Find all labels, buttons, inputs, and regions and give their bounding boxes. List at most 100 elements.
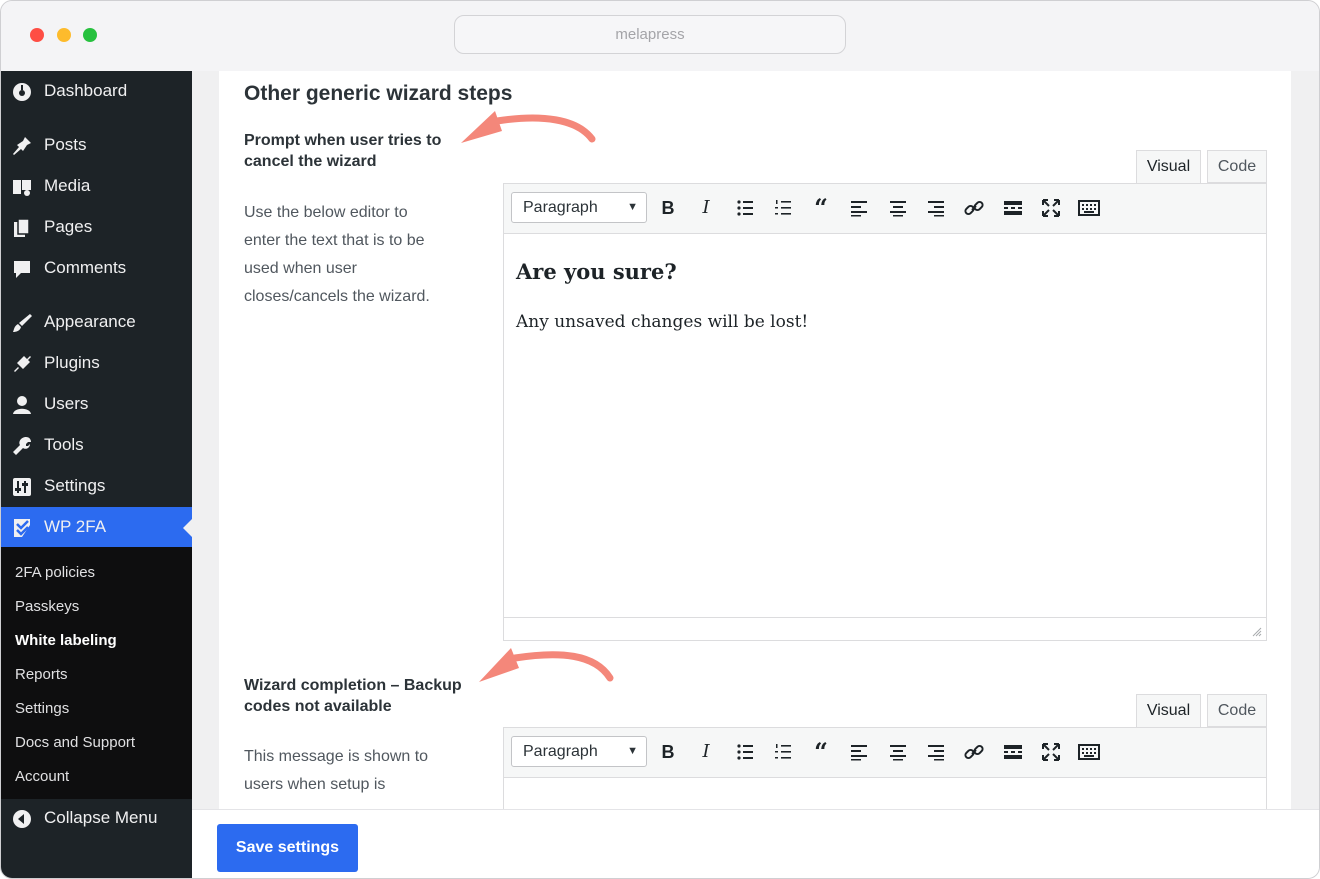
fullscreen-icon[interactable] [1039, 740, 1063, 764]
sidebar-item-label: Settings [44, 476, 106, 495]
format-select[interactable]: Paragraph ▼ [511, 736, 647, 767]
sidebar-item-tools[interactable]: Tools [1, 425, 192, 466]
submenu-item-passkeys[interactable]: Passkeys [15, 598, 79, 615]
settings-content: Other generic wizard steps Prompt when u… [219, 71, 1291, 809]
minimize-window-button[interactable] [57, 28, 71, 42]
link-icon[interactable] [962, 196, 986, 220]
browser-window: melapress Dashboard Posts Media Pages Co… [0, 0, 1320, 879]
tab-visual[interactable]: Visual [1136, 694, 1201, 728]
format-select[interactable]: Paragraph ▼ [511, 192, 647, 223]
rich-text-editor[interactable]: Paragraph ▼ B I “ Are you sure? Any unsa… [503, 183, 1267, 641]
italic-button[interactable]: I [694, 196, 718, 220]
field-label-line: Wizard completion – Backup [244, 677, 462, 694]
zoom-window-button[interactable] [83, 28, 97, 42]
bold-button[interactable]: B [656, 196, 680, 220]
sidebar-item-settings[interactable]: Settings [1, 466, 192, 507]
resize-handle-icon[interactable] [1252, 627, 1262, 637]
field-description: Use the below editor to enter the text t… [244, 199, 459, 311]
bullet-list-icon[interactable] [733, 740, 757, 764]
settings-icon [13, 478, 31, 496]
fullscreen-icon[interactable] [1039, 196, 1063, 220]
sidebar-item-label: Pages [44, 217, 93, 236]
sidebar-item-pages[interactable]: Pages [1, 207, 192, 248]
sidebar-item-label: Users [44, 394, 89, 413]
sidebar-item-dashboard[interactable]: Dashboard [1, 71, 192, 112]
address-bar[interactable]: melapress [454, 15, 846, 54]
editor-toolbar: Paragraph ▼ B I “ [504, 728, 1266, 778]
align-right-icon[interactable] [924, 740, 948, 764]
title-bar: melapress [1, 1, 1319, 71]
submenu-item-docs-and-support[interactable]: Docs and Support [15, 734, 135, 751]
italic-button[interactable]: I [694, 740, 718, 764]
bullet-list-icon[interactable] [733, 196, 757, 220]
submenu-item-2fa-policies[interactable]: 2FA policies [15, 564, 95, 581]
dashboard-icon [13, 83, 31, 101]
description-line: Use the below editor to [244, 204, 408, 221]
pages-icon [14, 218, 30, 237]
bold-button[interactable]: B [656, 740, 680, 764]
read-more-icon[interactable] [1001, 196, 1025, 220]
submenu-item-white-labeling[interactable]: White labeling [15, 632, 117, 649]
wp2fa-icon [14, 519, 30, 537]
align-left-icon[interactable] [847, 196, 871, 220]
plug-icon [14, 356, 31, 372]
chevron-down-icon: ▼ [627, 201, 638, 213]
content-paragraph: Any unsaved changes will be lost! [516, 312, 809, 332]
sidebar-item-posts[interactable]: Posts [1, 125, 192, 166]
numbered-list-icon[interactable] [771, 196, 795, 220]
sidebar-item-label: Plugins [44, 353, 100, 372]
media-icon [13, 180, 31, 196]
read-more-icon[interactable] [1001, 740, 1025, 764]
rich-text-editor[interactable]: Paragraph ▼ B I “ [503, 727, 1267, 809]
sidebar-item-label: Posts [44, 135, 87, 154]
description-line: closes/cancels the wizard. [244, 288, 430, 305]
user-icon [13, 396, 31, 414]
collapse-menu-label: Collapse Menu [44, 808, 158, 827]
settings-footer: Save settings [192, 809, 1319, 878]
submenu-item-reports[interactable]: Reports [15, 666, 68, 683]
section-title: Other generic wizard steps [244, 82, 513, 105]
editor-content[interactable]: Are you sure? Any unsaved changes will b… [516, 259, 808, 332]
field-label-cancel-prompt: Prompt when user tries to cancel the wiz… [244, 130, 441, 172]
submenu-item-settings[interactable]: Settings [15, 700, 69, 717]
link-icon[interactable] [962, 740, 986, 764]
format-select-value: Paragraph [523, 743, 598, 760]
align-center-icon[interactable] [886, 196, 910, 220]
description-line: This message is shown to [244, 748, 429, 765]
sidebar-item-plugins[interactable]: Plugins [1, 343, 192, 384]
align-right-icon[interactable] [924, 196, 948, 220]
close-window-button[interactable] [30, 28, 44, 42]
admin-sidebar: Dashboard Posts Media Pages Comments App… [1, 71, 192, 878]
tab-code[interactable]: Code [1207, 150, 1267, 183]
blockquote-icon[interactable]: “ [809, 740, 833, 764]
annotation-arrow [479, 648, 614, 682]
pin-icon [13, 137, 31, 155]
tab-visual[interactable]: Visual [1136, 150, 1201, 184]
tab-code[interactable]: Code [1207, 694, 1267, 727]
collapse-menu-button[interactable]: Collapse Menu [1, 798, 192, 839]
align-left-icon[interactable] [847, 740, 871, 764]
sidebar-item-label: Media [44, 176, 91, 195]
keyboard-icon[interactable] [1077, 740, 1101, 764]
sidebar-item-users[interactable]: Users [1, 384, 192, 425]
collapse-icon [13, 810, 31, 828]
sidebar-item-media[interactable]: Media [1, 166, 192, 207]
sidebar-item-comments[interactable]: Comments [1, 248, 192, 289]
chevron-down-icon: ▼ [627, 745, 638, 757]
sidebar-item-label: Comments [44, 258, 127, 277]
save-settings-button[interactable]: Save settings [217, 824, 358, 872]
sidebar-item-wp-2fa[interactable]: WP 2FA [1, 507, 192, 548]
blockquote-icon[interactable]: “ [809, 196, 833, 220]
sidebar-item-appearance[interactable]: Appearance [1, 302, 192, 343]
description-line: users when setup is [244, 776, 386, 793]
editor-statusbar [504, 617, 1266, 640]
submenu-item-account[interactable]: Account [15, 768, 69, 785]
numbered-list-icon[interactable] [771, 740, 795, 764]
field-label-line: codes not available [244, 698, 392, 715]
description-line: used when user [244, 260, 357, 277]
content-heading: Are you sure? [516, 259, 677, 284]
field-description: This message is shown to users when setu… [244, 743, 459, 799]
align-center-icon[interactable] [886, 740, 910, 764]
field-label-line: Prompt when user tries to [244, 132, 442, 149]
keyboard-icon[interactable] [1077, 196, 1101, 220]
